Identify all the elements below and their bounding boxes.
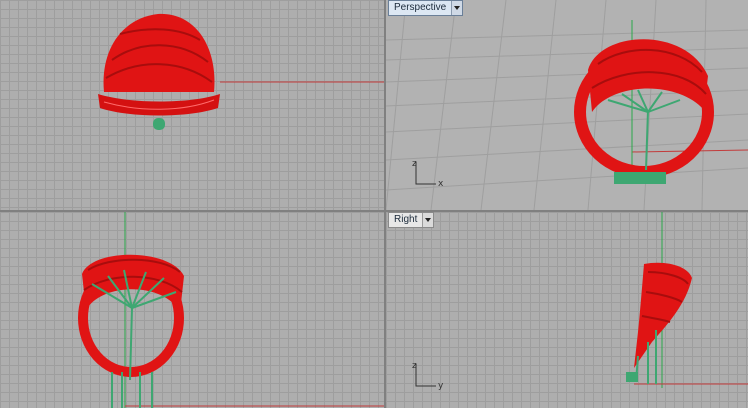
viewport-front[interactable] [0,212,384,408]
support-tree-perspective [607,89,681,171]
support-base-right [626,372,638,382]
chevron-down-icon[interactable] [422,213,434,227]
viewport-top[interactable] [0,0,384,210]
svg-text:x: x [438,179,444,189]
viewport-perspective-canvas: z x [386,0,748,210]
viewport-perspective[interactable]: z x Perspective [386,0,748,210]
viewport-front-canvas [78,212,384,408]
viewport-tab-perspective[interactable]: Perspective [388,0,464,16]
svg-text:y: y [438,381,444,391]
svg-text:z: z [412,361,417,371]
svg-text:z: z [412,159,417,169]
viewport-tab-label: Perspective [394,2,447,13]
support-stem-top [153,118,165,130]
viewport-top-canvas [98,13,384,130]
viewport-right-canvas: z y [412,212,748,391]
ring-model-front[interactable] [78,254,184,377]
axis-triad-perspective: z x [412,159,444,189]
viewport-tab-label: Right [394,214,418,225]
rhino-four-viewport-layout: z x Perspective z y Right [0,0,748,408]
chevron-down-icon[interactable] [451,1,463,15]
ring-model-right[interactable] [634,262,692,368]
viewport-right[interactable]: z y Right [386,212,748,408]
support-base-perspective [614,172,666,184]
ring-model-top[interactable] [98,13,220,116]
viewport-tab-right[interactable]: Right [388,212,435,228]
axis-triad-right: z y [412,361,444,391]
